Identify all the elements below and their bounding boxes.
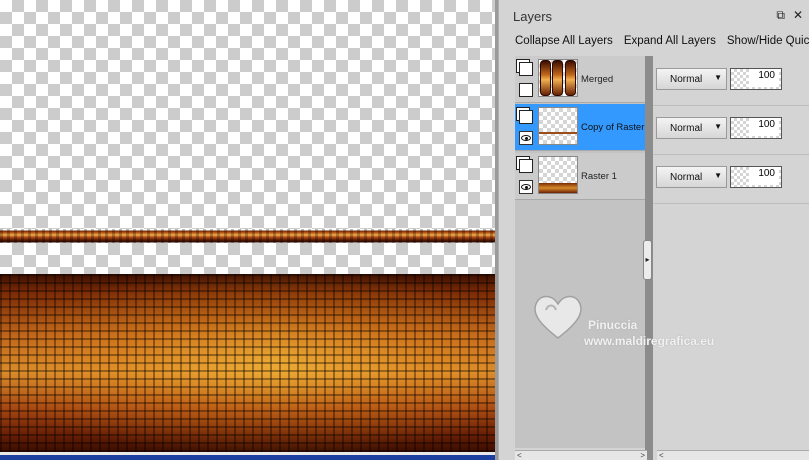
layer-stack-icon[interactable] [519,159,533,173]
chevron-down-icon: ▼ [714,171,722,180]
layers-panel: Layers ⧉ ✕ Collapse All Layers Expand Al… [498,0,809,460]
layer-thumbnail [538,156,578,194]
eye-icon[interactable] [519,180,533,194]
chevron-right-icon[interactable]: ▸ [643,240,652,280]
eye-icon[interactable] [519,131,533,145]
layer-row-copy-of-raster-1[interactable]: Copy of Raster 1 [515,104,652,151]
opacity-field[interactable]: 100 [730,68,782,90]
transparent-area-middle [0,243,495,274]
visibility-off-icon[interactable] [519,83,533,97]
show-hide-quick-button[interactable]: Show/Hide Quick [727,35,809,47]
image-canvas[interactable] [0,0,495,460]
layer-name[interactable]: Raster 1 [581,171,617,182]
panel-window-controls: ⧉ ✕ [776,8,803,22]
collapse-all-layers-button[interactable]: Collapse All Layers [515,35,613,47]
chevron-down-icon: ▼ [714,73,722,82]
transparent-area-top [0,0,495,229]
layer-thumbnail [538,107,578,145]
close-icon[interactable]: ✕ [793,8,803,22]
layer-stack-icon[interactable] [519,62,533,76]
layer-properties-row: Normal ▼ 100 [653,105,809,155]
float-panel-icon[interactable]: ⧉ [776,8,785,22]
watermark: Pinuccia www.maldiregrafica.eu [530,290,760,350]
watermark-url: www.maldiregrafica.eu [584,334,715,348]
panel-title: Layers [513,9,553,24]
scroll-left-icon[interactable]: < [659,451,664,460]
blend-mode-dropdown[interactable]: Normal ▼ [656,117,727,139]
blend-mode-dropdown[interactable]: Normal ▼ [656,166,727,188]
expand-all-layers-button[interactable]: Expand All Layers [624,35,716,47]
layers-toolbar: Collapse All Layers Expand All Layers Sh… [515,35,809,47]
horizontal-band [0,229,495,243]
tiled-floor-image [0,274,495,452]
chevron-down-icon: ▼ [714,122,722,131]
heart-logo-icon [534,295,582,339]
layer-properties-row: Normal ▼ 100 [653,154,809,204]
layer-name[interactable]: Copy of Raster 1 [581,122,652,133]
watermark-name: Pinuccia [588,318,638,332]
layer-properties: Normal ▼ 100 Normal ▼ 100 Normal ▼ 100 [653,56,809,460]
opacity-field[interactable]: 100 [730,117,782,139]
opacity-field[interactable]: 100 [730,166,782,188]
layer-row-merged[interactable]: Merged [515,56,645,103]
layer-properties-row: Normal ▼ 100 [653,56,809,106]
blend-mode-dropdown[interactable]: Normal ▼ [656,68,727,90]
layer-name[interactable]: Merged [581,74,613,85]
layer-row-raster-1[interactable]: Raster 1 [515,153,645,200]
horizontal-scrollbar-left[interactable]: < > [515,450,647,460]
scroll-right-icon[interactable]: > [640,451,645,460]
canvas-bottom-edge [0,452,495,460]
horizontal-scrollbar-right[interactable]: < [657,450,809,460]
scroll-left-icon[interactable]: < [517,451,522,460]
layers-list: Merged Copy of Raster 1 Raster 1 [515,56,652,448]
layer-thumbnail [538,59,578,97]
layer-stack-icon[interactable] [519,110,533,124]
